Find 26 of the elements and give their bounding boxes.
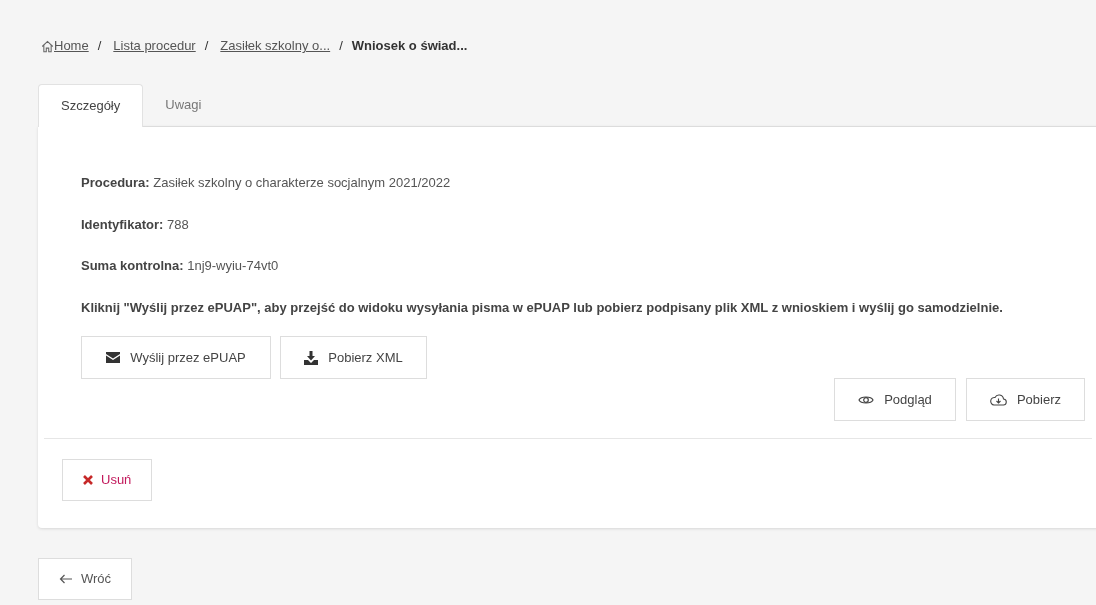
breadcrumb-link[interactable]: Home [54, 36, 89, 56]
download-button[interactable]: Pobierz [966, 378, 1085, 421]
tab[interactable]: Uwagi [143, 84, 224, 126]
breadcrumb-separator: / [204, 37, 209, 56]
detail-text: Identyfikator: 788 [81, 215, 190, 234]
envelope-icon [106, 352, 121, 363]
back-button[interactable]: Wróć [38, 558, 133, 600]
breadcrumb-separator: / [339, 37, 343, 56]
breadcrumb-current: Wniosek o świad... [351, 37, 468, 56]
cloud-download-icon [989, 393, 1007, 406]
delete-button[interactable]: Usuń [62, 459, 153, 501]
breadcrumb-separator: / [97, 37, 102, 56]
preview-button[interactable]: Podgląd [834, 378, 956, 421]
breadcrumb-link[interactable]: Lista procedur [110, 36, 196, 56]
detail-text: Procedura: Zasiłek szkolny o charakterze socjalnym 2021/2022 [81, 174, 452, 192]
eye-icon [858, 393, 875, 406]
instruction-text: Kliknij "Wyślij przez ePUAP", aby przejść do widoku wysyłania pisma w ePUAP lub pobierz podpisany plik XML z wnioskiem i wyślij go samodzielnie. [81, 298, 1004, 317]
tab[interactable]: Szczegóły [38, 84, 144, 127]
breadcrumb-link[interactable]: Zasiłek szkolny o... [217, 36, 331, 56]
download-button[interactable]: Pobierz XML [280, 336, 427, 379]
detail-text: Suma kontrolna: 1nj9-wyiu-74vt0 [81, 257, 280, 275]
home-icon [41, 39, 54, 53]
download-icon [304, 350, 319, 365]
send-button[interactable]: Wyślij przez ePUAP [81, 336, 271, 379]
arrow-left-icon [59, 574, 73, 584]
close-icon [83, 475, 93, 485]
